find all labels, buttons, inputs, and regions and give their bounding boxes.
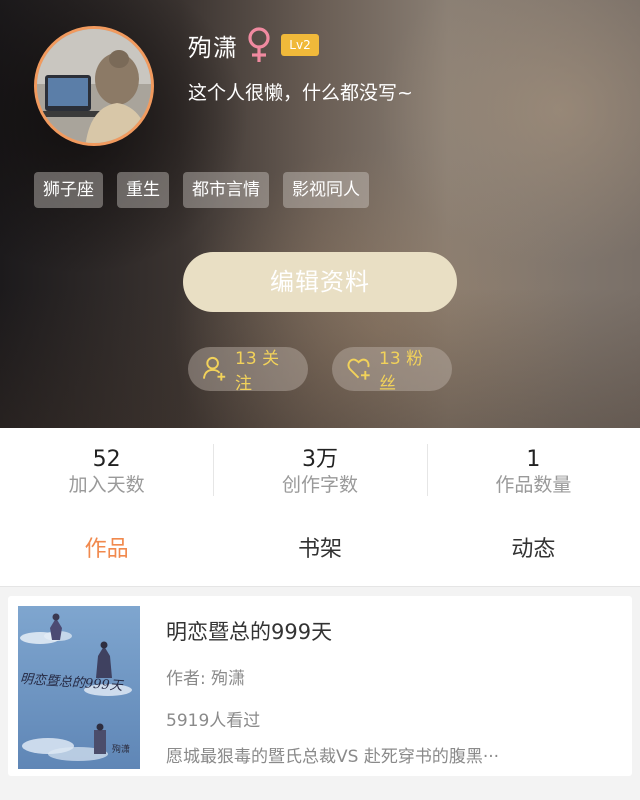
- book-author: 作者: 殉潇: [166, 669, 246, 689]
- book-description: 愿城最狠毒的暨氏总裁VS 赴死穿书的腹黑···: [166, 747, 500, 767]
- tag-item[interactable]: 狮子座: [34, 172, 103, 208]
- female-icon: [248, 27, 270, 62]
- avatar-photo: [37, 29, 151, 143]
- following-count: 13 关注: [235, 349, 280, 394]
- heart-plus-icon: [347, 358, 370, 380]
- stats-bar: 52 加入天数 3万 创作字数 1 作品数量: [0, 428, 640, 506]
- stat-label: 作品数量: [495, 474, 572, 496]
- level-badge: Lv2: [281, 34, 319, 56]
- stat-work-count: 1 作品数量: [426, 428, 640, 506]
- tab-works[interactable]: 作品: [0, 518, 213, 582]
- book-cover[interactable]: 明恋暨总的999天 殉潇: [18, 606, 140, 769]
- stat-value: 1: [526, 447, 541, 472]
- avatar[interactable]: [34, 26, 154, 146]
- fans-button[interactable]: 13 粉丝: [332, 347, 452, 394]
- book-card[interactable]: 明恋暨总的999天 殉潇 明恋暨总的999天 作者: 殉潇 5919人看过 愿城…: [8, 596, 632, 776]
- book-title[interactable]: 明恋暨总的999天: [166, 616, 332, 646]
- fans-count: 13 粉丝: [379, 349, 424, 394]
- tag-item[interactable]: 影视同人: [283, 172, 369, 208]
- stat-label: 创作字数: [281, 474, 358, 496]
- stat-value: 3万: [301, 447, 338, 472]
- username: 殉潇: [188, 34, 238, 62]
- tag-list: 狮子座 重生 都市言情 影视同人: [34, 172, 369, 208]
- following-button[interactable]: 13 关注: [188, 347, 308, 394]
- stat-label: 加入天数: [68, 474, 145, 496]
- user-bio: 这个人很懒，什么都没写~: [188, 82, 413, 104]
- stat-join-days: 52 加入天数: [0, 428, 213, 506]
- stat-value: 52: [92, 447, 121, 472]
- user-plus-icon: [202, 356, 226, 381]
- tab-bookshelf[interactable]: 书架: [213, 518, 426, 582]
- profile-tabs: 作品 书架 动态: [0, 518, 640, 582]
- cover-author: 殉潇: [112, 745, 131, 755]
- book-views: 5919人看过: [166, 711, 261, 731]
- tag-item[interactable]: 都市言情: [183, 172, 269, 208]
- edit-profile-button[interactable]: 编辑资料: [183, 252, 457, 312]
- book-list: 明恋暨总的999天 殉潇 明恋暨总的999天 作者: 殉潇 5919人看过 愿城…: [0, 587, 640, 800]
- tab-activity[interactable]: 动态: [427, 518, 640, 582]
- profile-header: 殉潇 Lv2 这个人很懒，什么都没写~ 狮子座 重生 都市言情 影视同人 编辑资…: [0, 0, 640, 428]
- stat-word-count: 3万 创作字数: [213, 428, 426, 506]
- tag-item[interactable]: 重生: [117, 172, 169, 208]
